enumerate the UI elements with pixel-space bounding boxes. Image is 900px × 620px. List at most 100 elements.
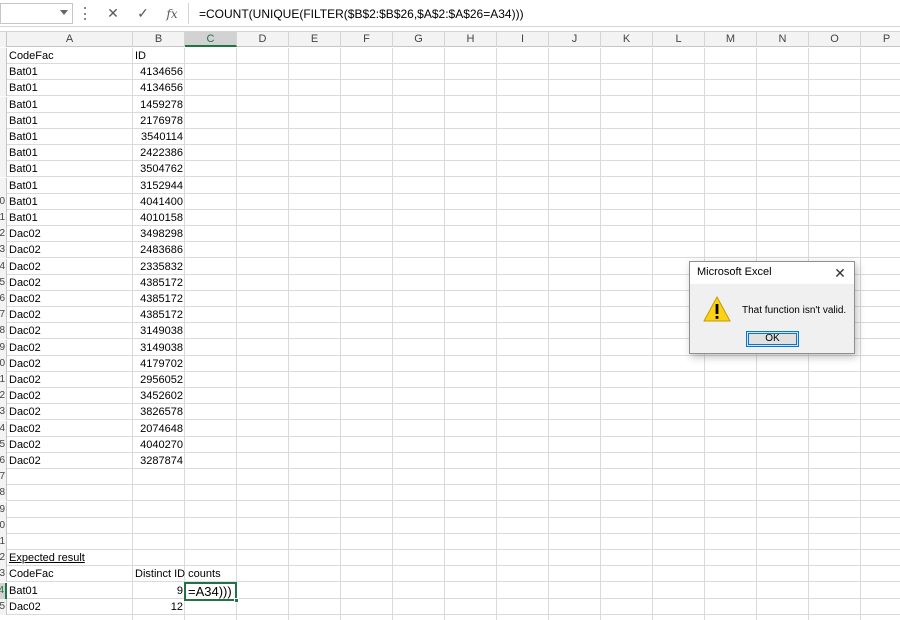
cell-id[interactable]: 4179702: [133, 356, 185, 372]
row-header[interactable]: 2: [0, 550, 7, 566]
cell-id[interactable]: 4134656: [133, 80, 185, 96]
row-header[interactable]: 7: [0, 307, 7, 323]
row-header[interactable]: 3: [0, 242, 7, 258]
grip-icon[interactable]: [84, 7, 87, 20]
row-header[interactable]: 8: [0, 323, 7, 339]
cell-codefac[interactable]: Dac02: [7, 437, 133, 453]
row-header[interactable]: 1: [0, 534, 7, 550]
row-header[interactable]: 5: [0, 437, 7, 453]
cell-codefac[interactable]: Bat01: [7, 145, 133, 161]
expected-codefac[interactable]: Bat01: [7, 583, 133, 599]
insert-function-icon[interactable]: fx: [161, 3, 183, 24]
column-header-o[interactable]: O: [809, 32, 861, 47]
select-all-corner[interactable]: [0, 32, 7, 47]
cell-id[interactable]: 4041400: [133, 194, 185, 210]
cell-codefac[interactable]: Bat01: [7, 210, 133, 226]
cell-codefac[interactable]: Dac02: [7, 242, 133, 258]
row-header[interactable]: [0, 80, 7, 96]
row-header[interactable]: 1: [0, 372, 7, 388]
cell-codefac[interactable]: Dac02: [7, 356, 133, 372]
row-header[interactable]: 5: [0, 599, 7, 615]
row-header[interactable]: 0: [0, 518, 7, 534]
cell-id[interactable]: 3498298: [133, 226, 185, 242]
cell-codefac[interactable]: Dac02: [7, 372, 133, 388]
cell-codefac[interactable]: Bat01: [7, 178, 133, 194]
cell-codefac[interactable]: Bat01: [7, 80, 133, 96]
close-icon[interactable]: ✕: [826, 262, 854, 284]
column-header-m[interactable]: M: [705, 32, 757, 47]
row-header[interactable]: [0, 129, 7, 145]
expected-codefac[interactable]: Dac02: [7, 599, 133, 615]
ok-button[interactable]: OK: [746, 331, 799, 347]
cell-codefac[interactable]: Dac02: [7, 340, 133, 356]
fill-handle[interactable]: [234, 598, 239, 603]
column-header-i[interactable]: I: [497, 32, 549, 47]
expected-count[interactable]: 12: [133, 599, 185, 615]
cell-id[interactable]: 2335832: [133, 259, 185, 275]
cell-codefac[interactable]: Bat01: [7, 194, 133, 210]
cell-codefac[interactable]: Dac02: [7, 388, 133, 404]
chevron-down-icon[interactable]: [60, 10, 68, 15]
active-cell-editor[interactable]: =A34))): [184, 582, 239, 603]
column-header-c[interactable]: C: [185, 32, 237, 47]
cell-codefac[interactable]: Dac02: [7, 323, 133, 339]
column-header-l[interactable]: L: [653, 32, 705, 47]
cell-id[interactable]: 3152944: [133, 178, 185, 194]
cell-id[interactable]: 3452602: [133, 388, 185, 404]
cell-id[interactable]: 2176978: [133, 113, 185, 129]
row-header[interactable]: 1: [0, 210, 7, 226]
cell-id[interactable]: 2483686: [133, 242, 185, 258]
cell-id[interactable]: 4385172: [133, 291, 185, 307]
row-header[interactable]: [0, 178, 7, 194]
name-box[interactable]: [0, 3, 73, 24]
row-header[interactable]: 9: [0, 502, 7, 518]
cell-codefac[interactable]: Dac02: [7, 421, 133, 437]
cell-id[interactable]: 2422386: [133, 145, 185, 161]
expected-codefac-header[interactable]: CodeFac: [7, 566, 133, 582]
row-header[interactable]: 4: [0, 421, 7, 437]
row-header[interactable]: 7: [0, 469, 7, 485]
column-header-h[interactable]: H: [445, 32, 497, 47]
cell-codefac[interactable]: Bat01: [7, 113, 133, 129]
cell-id[interactable]: 3149038: [133, 323, 185, 339]
cell-codefac[interactable]: Dac02: [7, 275, 133, 291]
cell-id[interactable]: 3540114: [133, 129, 185, 145]
column-header-d[interactable]: D: [237, 32, 289, 47]
row-header[interactable]: [0, 97, 7, 113]
header-codefac[interactable]: CodeFac: [7, 48, 133, 64]
cell-codefac[interactable]: Dac02: [7, 226, 133, 242]
cell-id[interactable]: 3287874: [133, 453, 185, 469]
cell-codefac[interactable]: Dac02: [7, 259, 133, 275]
row-header[interactable]: 0: [0, 356, 7, 372]
cell-codefac[interactable]: Bat01: [7, 129, 133, 145]
row-header[interactable]: 6: [0, 453, 7, 469]
enter-icon[interactable]: ✓: [132, 3, 154, 24]
row-header[interactable]: 5: [0, 275, 7, 291]
expected-result-title[interactable]: Expected result: [7, 550, 133, 566]
cell-id[interactable]: 4010158: [133, 210, 185, 226]
row-header[interactable]: 2: [0, 388, 7, 404]
row-header[interactable]: [0, 48, 7, 64]
column-header-p[interactable]: P: [861, 32, 900, 47]
cell-codefac[interactable]: Dac02: [7, 307, 133, 323]
cell-codefac[interactable]: Dac02: [7, 291, 133, 307]
column-header-e[interactable]: E: [289, 32, 341, 47]
column-header-g[interactable]: G: [393, 32, 445, 47]
expected-counts-header[interactable]: Distinct ID counts: [133, 566, 221, 582]
row-header[interactable]: [0, 161, 7, 177]
cell-codefac[interactable]: Bat01: [7, 97, 133, 113]
column-header-a[interactable]: A: [7, 32, 133, 47]
row-header[interactable]: 9: [0, 340, 7, 356]
column-header-f[interactable]: F: [341, 32, 393, 47]
row-header[interactable]: 2: [0, 226, 7, 242]
cell-id[interactable]: 1459278: [133, 97, 185, 113]
cell-id[interactable]: 4040270: [133, 437, 185, 453]
column-header-n[interactable]: N: [757, 32, 809, 47]
row-header[interactable]: [0, 64, 7, 80]
cell-id[interactable]: 2074648: [133, 421, 185, 437]
column-header-k[interactable]: K: [601, 32, 653, 47]
row-header[interactable]: 3: [0, 566, 7, 582]
cell-id[interactable]: 3149038: [133, 340, 185, 356]
row-header[interactable]: [0, 113, 7, 129]
cell-id[interactable]: 4385172: [133, 275, 185, 291]
